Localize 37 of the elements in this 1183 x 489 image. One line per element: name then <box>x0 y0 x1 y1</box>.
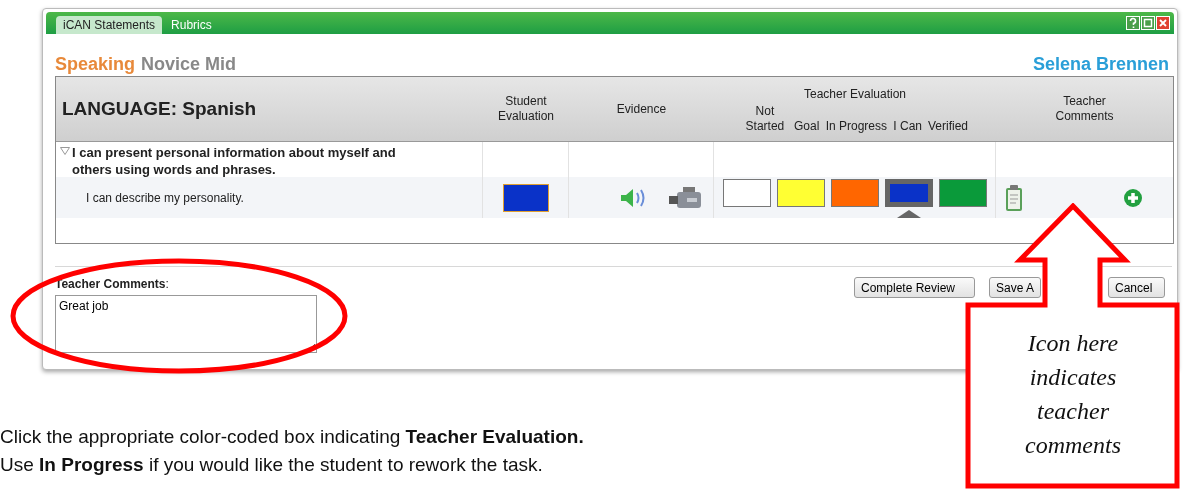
level-header: Not Started <box>744 103 786 134</box>
column-header: Evidence <box>616 101 667 117</box>
evaluation-level-box[interactable] <box>722 179 771 207</box>
evaluation-level-box[interactable] <box>830 179 879 207</box>
comments-label: Teacher Comments: <box>55 277 170 291</box>
expand-toggle-icon[interactable] <box>60 147 70 155</box>
level-title: Novice Mid <box>141 54 237 74</box>
selected-pointer-icon <box>896 210 921 218</box>
student-name: Selena Brennen <box>1032 54 1169 75</box>
clipboard-icon[interactable] <box>1004 183 1024 212</box>
skill-title: Speaking <box>55 54 136 74</box>
callout-text: Icon here indicates teacher comments <box>1024 329 1122 460</box>
help-icon[interactable] <box>1126 16 1140 30</box>
language-title: LANGUAGE: Spanish <box>61 98 257 120</box>
statement-text: I can describe my personality. <box>85 190 244 205</box>
level-header: I Can <box>893 118 922 134</box>
column-header: Student Evaluation <box>496 94 555 124</box>
evaluation-level-box[interactable] <box>776 179 825 207</box>
level-header: Goal <box>793 118 820 134</box>
evaluation-level-box[interactable] <box>884 179 933 207</box>
instruction-text: Click the appropriate color-coded box indicating Teacher Evaluation. <box>0 426 584 448</box>
dialog-button[interactable]: Complete Review <box>854 277 975 298</box>
video-camera-icon[interactable] <box>669 185 703 210</box>
dialog-button[interactable]: Save A <box>989 277 1041 298</box>
evaluation-level-box[interactable] <box>938 179 987 207</box>
tab[interactable]: iCAN Statements <box>56 16 163 34</box>
statement-text: I can present personal information about myself and others using words and phrases. <box>72 144 397 178</box>
dialog-button[interactable]: Cancel <box>1108 277 1165 298</box>
level-header: In Progress <box>825 118 888 134</box>
column-header: Teacher Comments <box>1054 94 1115 124</box>
close-icon[interactable] <box>1156 16 1170 30</box>
instruction-text: Use In Progress if you would like the student to rework the task. <box>0 454 543 476</box>
level-header: Verified <box>928 118 969 134</box>
column-header: Teacher Evaluation <box>803 86 907 102</box>
comments-field[interactable]: Great job <box>55 295 317 353</box>
maximize-icon[interactable] <box>1141 16 1155 30</box>
add-icon[interactable] <box>1123 187 1143 208</box>
